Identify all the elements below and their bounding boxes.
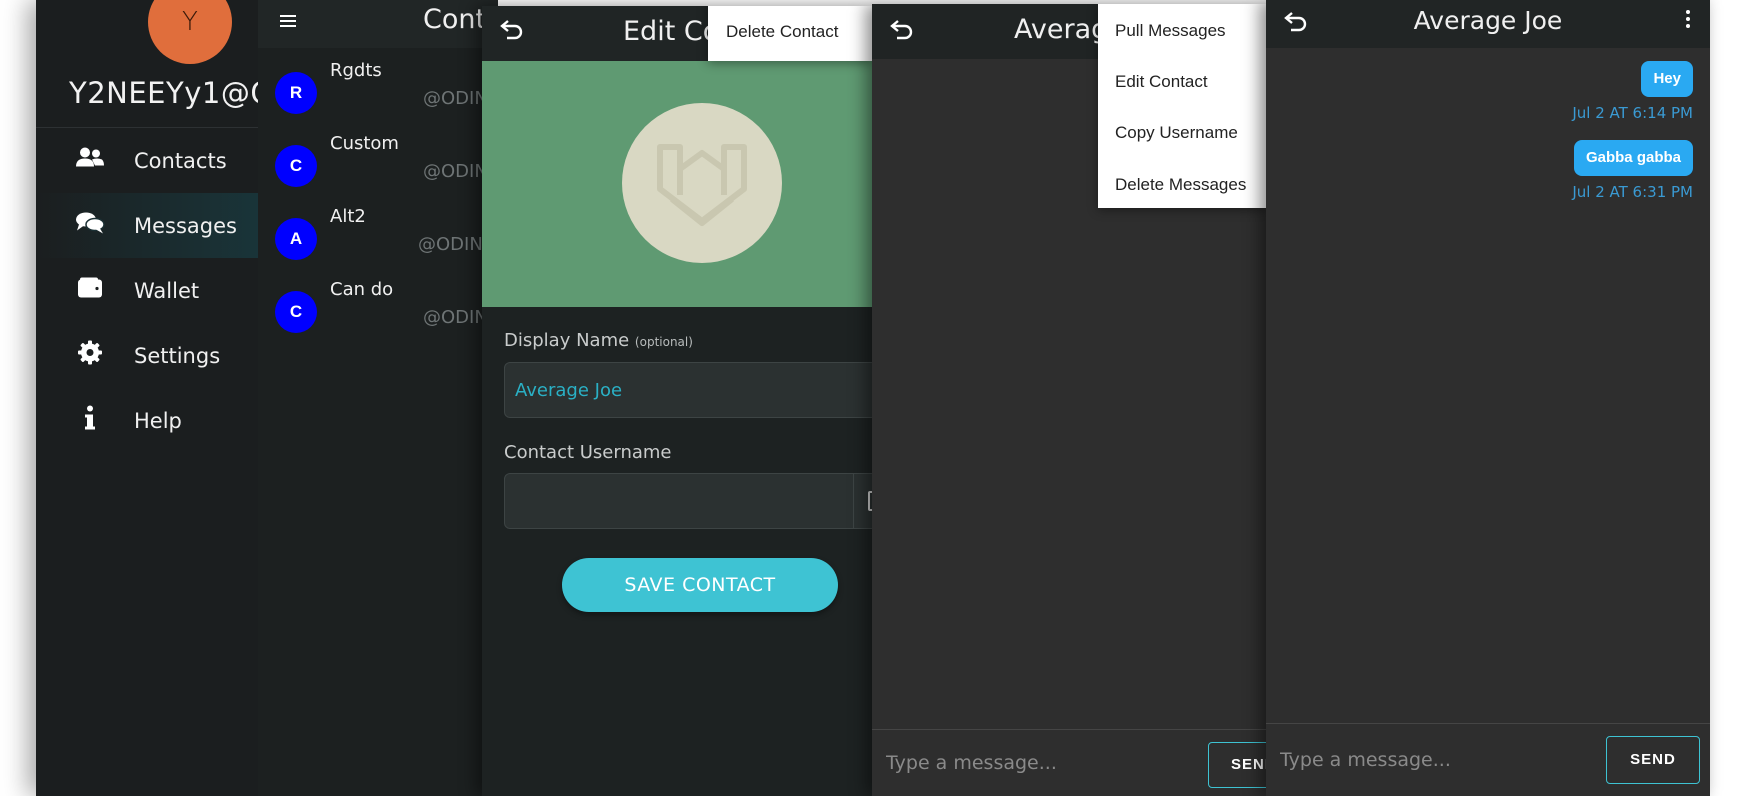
info-icon <box>74 404 106 437</box>
contact-username-input[interactable] <box>515 474 845 528</box>
contact-username: @ODIN <box>423 307 488 328</box>
display-name-label: Display Name (optional) <box>504 330 693 351</box>
contact-row[interactable]: C Custom @ODIN <box>258 133 498 203</box>
optional-hint: (optional) <box>634 335 693 349</box>
contact-username: @ODIN <box>423 161 488 182</box>
message-composer: SEND <box>1266 723 1710 796</box>
edit-contact-title: Edit Co <box>623 16 720 47</box>
contact-row[interactable]: R Rgdts @ODIN <box>258 60 498 130</box>
pull-messages-menu-item[interactable]: Pull Messages <box>1115 21 1226 41</box>
display-name-field[interactable] <box>504 362 872 418</box>
delete-contact-menu-item[interactable]: Delete Contact <box>726 22 838 42</box>
contact-username-label: Contact Username <box>504 442 672 463</box>
message-timestamp: Jul 2 AT 6:31 PM <box>1572 183 1693 201</box>
contact-avatar: C <box>275 291 317 333</box>
paste-button[interactable] <box>853 474 872 528</box>
menu-label-help: Help <box>134 408 182 433</box>
gear-icon <box>74 339 106 372</box>
menu-item-help[interactable]: Help <box>36 388 276 453</box>
chat-title: Average Joe <box>1413 6 1563 35</box>
message-composer: SEND <box>872 729 1266 796</box>
copy-username-menu-item[interactable]: Copy Username <box>1115 123 1238 143</box>
menu-item-contacts[interactable]: Contacts <box>36 128 276 193</box>
contacts-title: Cont <box>423 4 487 35</box>
contact-avatar: R <box>275 72 317 114</box>
delete-messages-menu-item[interactable]: Delete Messages <box>1115 175 1246 195</box>
menu-label-messages: Messages <box>134 213 237 238</box>
chat-title: Averag <box>1014 14 1109 45</box>
contacts-header: Cont <box>258 0 498 48</box>
user-avatar[interactable]: Y <box>148 0 232 64</box>
menu-label-wallet: Wallet <box>134 278 200 303</box>
message-input[interactable] <box>1280 747 1550 773</box>
back-arrow-icon[interactable] <box>500 18 524 44</box>
odin-logo-icon <box>657 144 747 226</box>
contact-name: Custom <box>330 133 399 154</box>
contact-avatar: C <box>275 145 317 187</box>
menu-item-wallet[interactable]: Wallet <box>36 258 276 323</box>
edit-contact-screen: Edit Co Display Name (optional) Contact … <box>482 6 872 796</box>
menu-label-contacts: Contacts <box>134 148 227 173</box>
account-name: Y2NEEYy1@OD <box>69 76 276 110</box>
contact-row[interactable]: C Can do @ODIN <box>258 279 498 349</box>
contacts-screen: Cont R Rgdts @ODIN C Custom @ODIN A Alt2… <box>258 0 498 796</box>
contact-avatar: A <box>275 218 317 260</box>
hamburger-menu-icon[interactable] <box>280 12 296 30</box>
contact-avatar-placeholder[interactable] <box>622 103 782 263</box>
menu-label-settings: Settings <box>134 343 221 368</box>
contact-row[interactable]: A Alt2 @ODIN <box>258 206 498 276</box>
overflow-menu-icon[interactable] <box>1686 10 1690 31</box>
contact-avatar-banner <box>482 61 872 307</box>
chat-screen-menu-open: Averag SEND Pull Messages Edit Contact C… <box>872 4 1266 796</box>
edit-contact-menu-item[interactable]: Edit Contact <box>1115 72 1208 92</box>
overflow-menu: Delete Contact <box>708 6 872 61</box>
chat-bubbles-icon <box>74 210 106 241</box>
contact-username: @ODIN <box>418 234 483 255</box>
overflow-menu: Pull Messages Edit Contact Copy Username… <box>1098 4 1266 208</box>
display-name-input[interactable] <box>515 363 872 417</box>
menu-item-messages[interactable]: Messages <box>36 193 276 258</box>
back-arrow-icon[interactable] <box>890 18 914 44</box>
contact-name: Can do <box>330 279 394 300</box>
message-timestamp: Jul 2 AT 6:14 PM <box>1572 104 1693 122</box>
display-name-label-text: Display Name <box>504 330 630 351</box>
chat-screen: Average Joe Hey Jul 2 AT 6:14 PM Gabba g… <box>1266 0 1710 796</box>
send-button[interactable]: SEND <box>1606 736 1700 784</box>
wallet-icon <box>74 276 106 305</box>
contact-name: Alt2 <box>330 206 366 227</box>
chat-header: Average Joe <box>1266 0 1710 48</box>
contact-name: Rgdts <box>330 60 382 81</box>
contact-username: @ODIN <box>423 88 488 109</box>
message-bubble[interactable]: Hey <box>1641 61 1693 97</box>
message-bubble[interactable]: Gabba gabba <box>1573 140 1693 176</box>
send-button[interactable]: SEND <box>1208 742 1266 788</box>
save-contact-button[interactable]: SAVE CONTACT <box>562 558 838 612</box>
users-icon <box>74 146 106 175</box>
contact-username-field[interactable] <box>504 473 872 529</box>
navigation-drawer: Y Y2NEEYy1@OD Contacts Messages Wallet S… <box>36 0 276 796</box>
menu-item-settings[interactable]: Settings <box>36 323 276 388</box>
message-input[interactable] <box>886 750 1166 776</box>
